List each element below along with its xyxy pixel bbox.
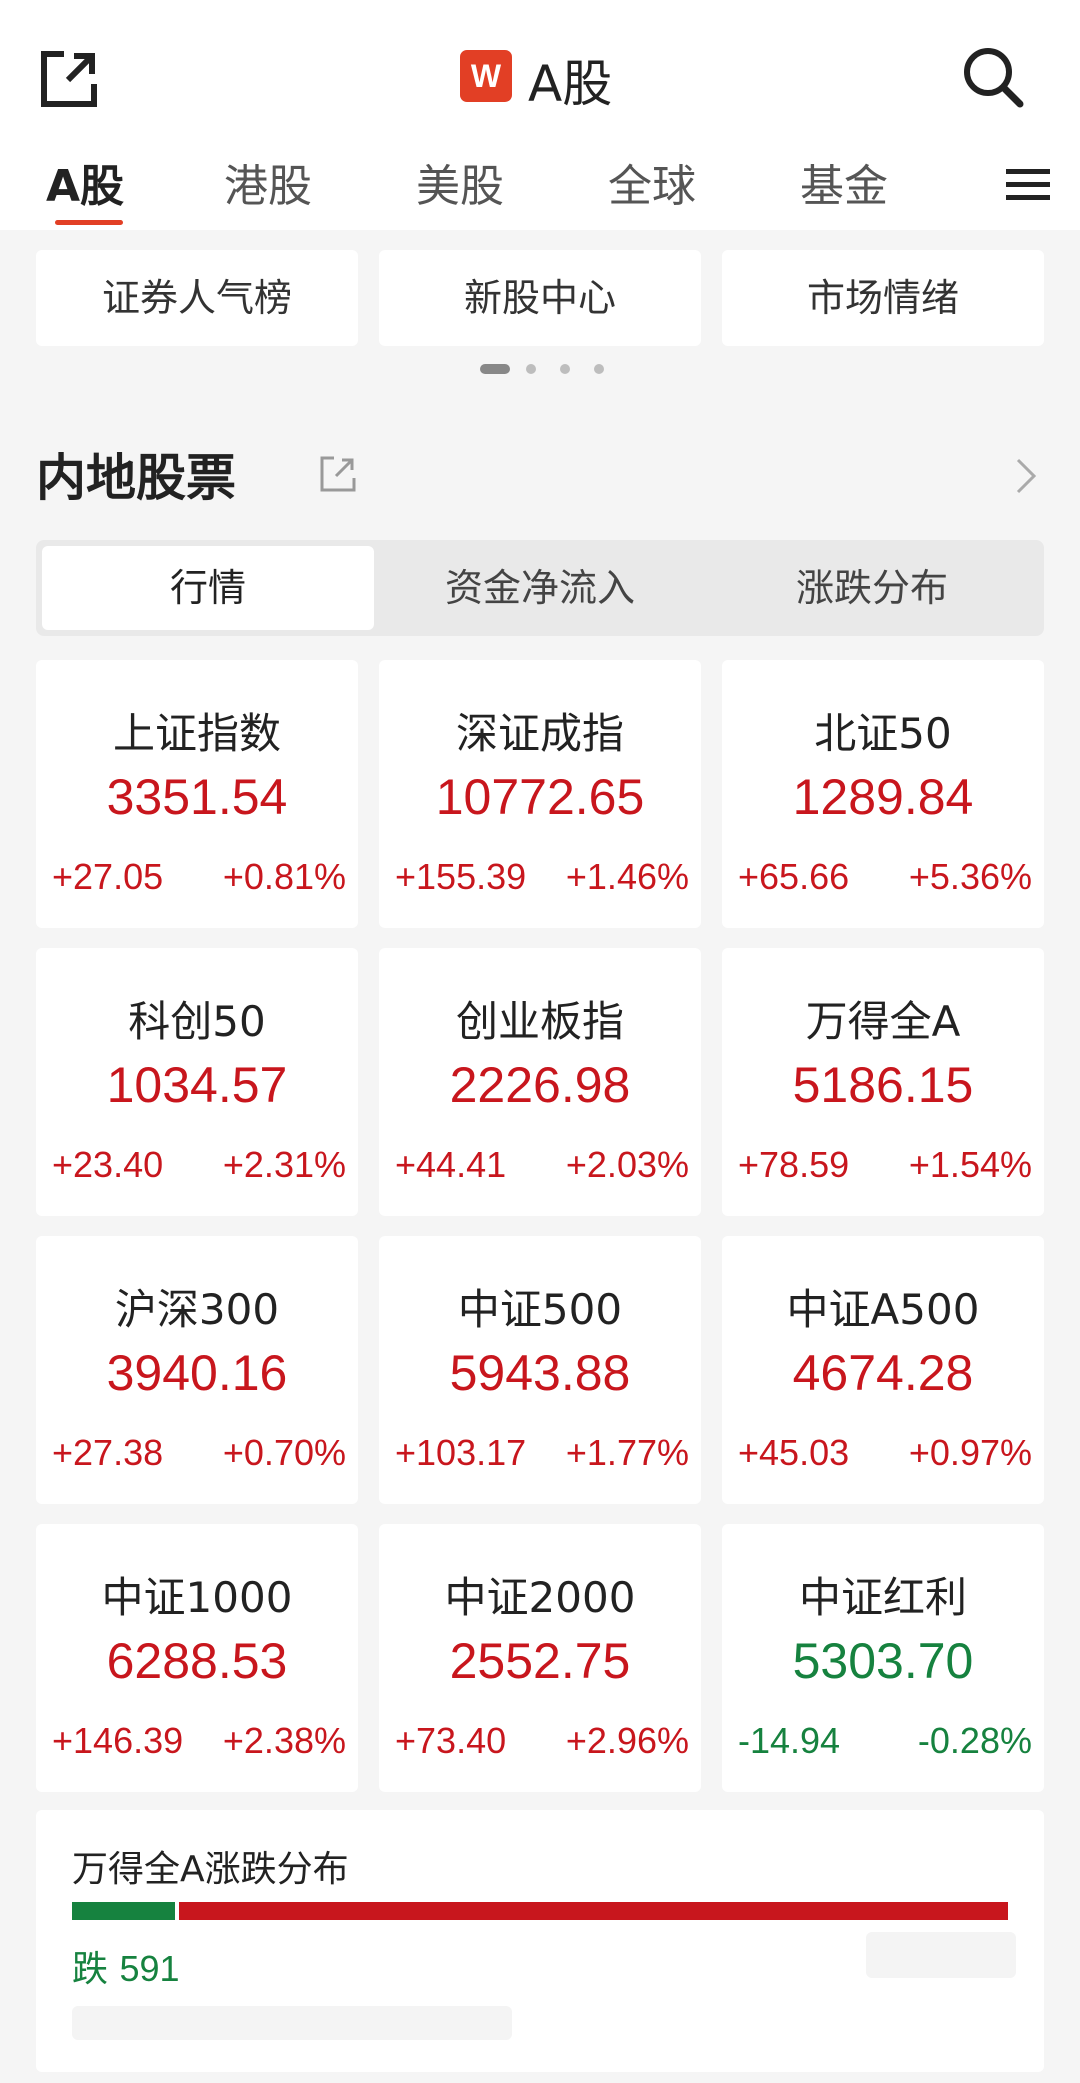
index-name: 科创50 bbox=[128, 997, 266, 1046]
index-change-pct: +2.31% bbox=[222, 1144, 346, 1185]
tab-hk-shares[interactable]: 港股 bbox=[224, 150, 312, 214]
index-change-pct: +2.38% bbox=[222, 1720, 346, 1761]
index-price: 10772.65 bbox=[435, 769, 645, 825]
top-bar: W A股 bbox=[0, 0, 1080, 150]
index-price: 3940.16 bbox=[106, 1345, 288, 1401]
placeholder-block bbox=[866, 1932, 1016, 1978]
index-price: 4674.28 bbox=[792, 1345, 974, 1401]
index-price: 5186.15 bbox=[792, 1057, 974, 1113]
distribution-down-label: 跌 591 bbox=[72, 1940, 180, 1992]
index-change-pct: +1.77% bbox=[565, 1432, 689, 1473]
down-count: 591 bbox=[119, 1948, 180, 1989]
index-price: 2552.75 bbox=[449, 1633, 631, 1689]
index-card[interactable]: 中证500 5943.88 +103.17 +1.77% bbox=[379, 1236, 701, 1504]
index-change: +73.40 bbox=[395, 1720, 507, 1761]
active-tab-indicator bbox=[55, 220, 123, 225]
index-card[interactable]: 中证红利 5303.70 -14.94 -0.28% bbox=[722, 1524, 1044, 1792]
index-change: +27.38 bbox=[52, 1432, 164, 1473]
segment-quotes[interactable]: 行情 bbox=[42, 546, 374, 630]
index-change-pct: +2.96% bbox=[565, 1720, 689, 1761]
distribution-down-segment bbox=[72, 1902, 175, 1920]
index-change: +78.59 bbox=[738, 1144, 850, 1185]
index-price: 5303.70 bbox=[792, 1633, 974, 1689]
section-title: 内地股票 bbox=[36, 449, 236, 507]
index-change-pct: +1.54% bbox=[908, 1144, 1032, 1185]
index-price: 1034.57 bbox=[106, 1057, 288, 1113]
market-tabs: A股 港股 美股 全球 基金 bbox=[0, 150, 1080, 230]
index-change-pct: +0.70% bbox=[222, 1432, 346, 1473]
tab-us-shares[interactable]: 美股 bbox=[416, 150, 504, 214]
index-change: +146.39 bbox=[52, 1720, 184, 1761]
page-title: A股 bbox=[528, 55, 613, 113]
index-change-pct: +2.03% bbox=[565, 1144, 689, 1185]
carousel-dot bbox=[594, 364, 604, 374]
chevron-right-icon[interactable] bbox=[1012, 456, 1040, 496]
index-name: 创业板指 bbox=[455, 997, 624, 1046]
segment-net-inflow[interactable]: 资金净流入 bbox=[374, 546, 706, 630]
index-change-pct: +0.81% bbox=[222, 856, 346, 897]
index-change: +44.41 bbox=[395, 1144, 507, 1185]
index-card[interactable]: 北证50 1289.84 +65.66 +5.36% bbox=[722, 660, 1044, 928]
index-card[interactable]: 中证A500 4674.28 +45.03 +0.97% bbox=[722, 1236, 1044, 1504]
carousel-dot bbox=[560, 364, 570, 374]
distribution-bar bbox=[72, 1902, 1008, 1920]
index-change: +45.03 bbox=[738, 1432, 850, 1473]
index-price: 5943.88 bbox=[449, 1345, 631, 1401]
index-change: +27.05 bbox=[52, 856, 164, 897]
distribution-up-segment bbox=[179, 1902, 1008, 1920]
index-name: 中证1000 bbox=[101, 1573, 293, 1622]
index-price: 1289.84 bbox=[792, 769, 974, 825]
carousel-dot bbox=[480, 364, 510, 374]
search-icon[interactable] bbox=[960, 44, 1026, 110]
menu-icon[interactable] bbox=[1006, 167, 1050, 203]
down-label-text: 跌 bbox=[72, 1948, 109, 1989]
index-card[interactable]: 中证1000 6288.53 +146.39 +2.38% bbox=[36, 1524, 358, 1792]
index-change: -14.94 bbox=[738, 1720, 841, 1761]
share-icon[interactable] bbox=[38, 48, 100, 110]
index-change-pct: -0.28% bbox=[917, 1720, 1032, 1761]
index-change: +103.17 bbox=[395, 1432, 527, 1473]
app-logo: W bbox=[460, 50, 512, 102]
index-price: 6288.53 bbox=[106, 1633, 288, 1689]
index-price: 3351.54 bbox=[106, 769, 288, 825]
shortcut-ipo-center[interactable]: 新股中心 bbox=[379, 250, 701, 346]
index-change-pct: +5.36% bbox=[908, 856, 1032, 897]
index-name: 沪深300 bbox=[114, 1285, 280, 1334]
index-card[interactable]: 深证成指 10772.65 +155.39 +1.46% bbox=[379, 660, 701, 928]
index-name: 中证500 bbox=[457, 1285, 623, 1334]
shortcut-sentiment[interactable]: 市场情绪 bbox=[722, 250, 1044, 346]
tab-a-shares[interactable]: A股 bbox=[46, 150, 124, 214]
share-icon[interactable] bbox=[318, 454, 358, 494]
index-price: 2226.98 bbox=[449, 1057, 631, 1113]
carousel-dots bbox=[480, 364, 610, 374]
index-change-pct: +1.46% bbox=[565, 856, 689, 897]
index-name: 中证2000 bbox=[444, 1573, 636, 1622]
index-name: 北证50 bbox=[814, 709, 952, 758]
index-change-pct: +0.97% bbox=[908, 1432, 1032, 1473]
segmented-control: 行情 资金净流入 涨跌分布 bbox=[36, 540, 1044, 636]
index-change: +155.39 bbox=[395, 856, 527, 897]
carousel-dot bbox=[526, 364, 536, 374]
tab-global[interactable]: 全球 bbox=[608, 150, 696, 214]
index-name: 深证成指 bbox=[455, 709, 624, 758]
segment-distribution[interactable]: 涨跌分布 bbox=[706, 546, 1038, 630]
index-card[interactable]: 万得全A 5186.15 +78.59 +1.54% bbox=[722, 948, 1044, 1216]
index-name: 中证A500 bbox=[786, 1285, 980, 1334]
index-change: +23.40 bbox=[52, 1144, 164, 1185]
index-name: 上证指数 bbox=[112, 709, 281, 758]
index-name: 中证红利 bbox=[798, 1573, 967, 1622]
shortcut-popularity[interactable]: 证券人气榜 bbox=[36, 250, 358, 346]
distribution-card[interactable]: 万得全A涨跌分布 跌 591 bbox=[36, 1810, 1044, 2072]
index-card[interactable]: 沪深300 3940.16 +27.38 +0.70% bbox=[36, 1236, 358, 1504]
index-card[interactable]: 中证2000 2552.75 +73.40 +2.96% bbox=[379, 1524, 701, 1792]
index-card[interactable]: 创业板指 2226.98 +44.41 +2.03% bbox=[379, 948, 701, 1216]
index-change: +65.66 bbox=[738, 856, 850, 897]
index-name: 万得全A bbox=[805, 997, 961, 1046]
index-card[interactable]: 科创50 1034.57 +23.40 +2.31% bbox=[36, 948, 358, 1216]
tab-funds[interactable]: 基金 bbox=[800, 150, 888, 214]
index-card[interactable]: 上证指数 3351.54 +27.05 +0.81% bbox=[36, 660, 358, 928]
distribution-title: 万得全A涨跌分布 bbox=[72, 1849, 349, 1890]
placeholder-block bbox=[72, 2006, 512, 2040]
